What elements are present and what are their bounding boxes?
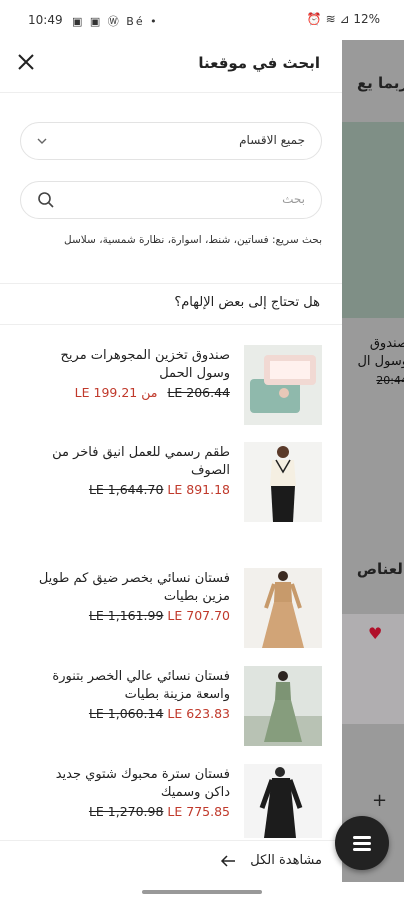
background-product-name: صندوق — [369, 336, 404, 351]
old-price: LE 1,644.70 — [88, 482, 164, 497]
product-name[interactable]: فستان نسائي عالي الخصر بتنورة واسعة مزين… — [34, 668, 230, 704]
search-placeholder: بحث — [282, 192, 305, 206]
product-prices: LE 1,644.70 LE 891.18 — [34, 482, 230, 497]
background-product-image — [342, 122, 404, 318]
product-image[interactable] — [244, 345, 322, 425]
product-prices: LE 1,270.98 LE 775.85 — [34, 804, 230, 819]
background-product-name-2: وسول ال — [357, 354, 404, 369]
product-name[interactable]: فستان سترة محبوك شتوي جديد داكن وسميك — [34, 766, 230, 802]
arrow-left-icon[interactable] — [220, 854, 236, 868]
product-image[interactable] — [244, 442, 322, 522]
product-prices: LE 1,060.14 LE 623.83 — [34, 706, 230, 721]
close-icon[interactable] — [14, 50, 38, 74]
product-prices: LE 1,161.99 LE 707.70 — [34, 608, 230, 623]
sale-price: من LE 199.21 — [74, 385, 158, 400]
chevron-down-icon — [37, 138, 47, 144]
search-icon[interactable] — [37, 191, 55, 209]
menu-fab-button[interactable] — [335, 816, 389, 870]
status-bar: 10:49 ▣ ▣ Ⓦ Bé • ⏰ ≋ ⊿ 12% — [0, 0, 404, 40]
inspiration-heading-bar: هل تحتاج إلى بعض الإلهام؟ — [0, 283, 342, 325]
menu-icon — [353, 836, 371, 839]
product-name[interactable]: طقم رسمي للعمل انيق فاخر من الصوف — [34, 444, 230, 480]
menu-icon-bar — [353, 842, 371, 845]
background-product-price: 20:44 — [376, 374, 404, 387]
drawer-title: ابحث في موقعنا — [198, 54, 320, 72]
product-item[interactable]: صندوق تخزين المجوهرات مريح وسول الحمل LE… — [0, 345, 342, 431]
search-input[interactable]: بحث — [20, 181, 322, 219]
product-prices: LE 206.44 من LE 199.21 — [34, 385, 230, 400]
product-item[interactable]: فستان نسائي بخصر ضيق كم طويل مزين بطيات … — [0, 568, 342, 654]
background-title: ربما يع — [356, 74, 404, 92]
system-status-icons: ⏰ ≋ ⊿ 12% — [306, 12, 380, 26]
category-select-value: جميع الاقسام — [239, 133, 305, 147]
background-page-overlay[interactable]: ربما يع صندوق وسول ال 20:44 العناص ♥ + — [342, 30, 404, 882]
old-price: LE 206.44 — [167, 385, 230, 400]
sale-price: LE 891.18 — [167, 482, 230, 497]
product-name[interactable]: فستان نسائي بخصر ضيق كم طويل مزين بطيات — [34, 570, 230, 606]
old-price: LE 1,161.99 — [88, 608, 164, 623]
quick-search-text[interactable]: بحث سريع: فساتين، شنط، اسوارة، نظارة شمس… — [64, 234, 322, 246]
home-indicator[interactable] — [142, 890, 262, 894]
product-item[interactable]: فستان سترة محبوك شتوي جديد داكن وسميك LE… — [0, 764, 342, 850]
sale-price: LE 707.70 — [167, 608, 230, 623]
product-item[interactable]: طقم رسمي للعمل انيق فاخر من الصوف LE 1,6… — [0, 442, 342, 528]
plus-icon[interactable]: + — [372, 790, 387, 811]
product-image[interactable] — [244, 764, 322, 838]
sale-price: LE 775.85 — [167, 804, 230, 819]
status-time: 10:49 — [28, 13, 63, 27]
category-select[interactable]: جميع الاقسام — [20, 122, 322, 160]
drawer-footer: مشاهدة الكل — [0, 840, 342, 883]
background-section-title: العناص — [356, 560, 404, 578]
menu-icon-bar — [353, 848, 371, 851]
sale-price: LE 623.83 — [167, 706, 230, 721]
old-price: LE 1,060.14 — [88, 706, 164, 721]
search-drawer: ابحث في موقعنا جميع الاقسام بحث بحث سريع… — [0, 40, 342, 882]
old-price: LE 1,270.98 — [88, 804, 164, 819]
notification-icons: ▣ ▣ Ⓦ Bé • — [72, 15, 159, 28]
product-image[interactable] — [244, 666, 322, 746]
inspiration-heading: هل تحتاج إلى بعض الإلهام؟ — [174, 295, 320, 310]
product-name[interactable]: صندوق تخزين المجوهرات مريح وسول الحمل — [34, 347, 230, 383]
heart-icon[interactable]: ♥ — [368, 624, 382, 643]
product-image[interactable] — [244, 568, 322, 648]
view-all-link[interactable]: مشاهدة الكل — [250, 853, 322, 868]
gesture-nav-bar — [0, 882, 404, 900]
drawer-header: ابحث في موقعنا — [0, 40, 342, 93]
product-item[interactable]: فستان نسائي عالي الخصر بتنورة واسعة مزين… — [0, 666, 342, 752]
